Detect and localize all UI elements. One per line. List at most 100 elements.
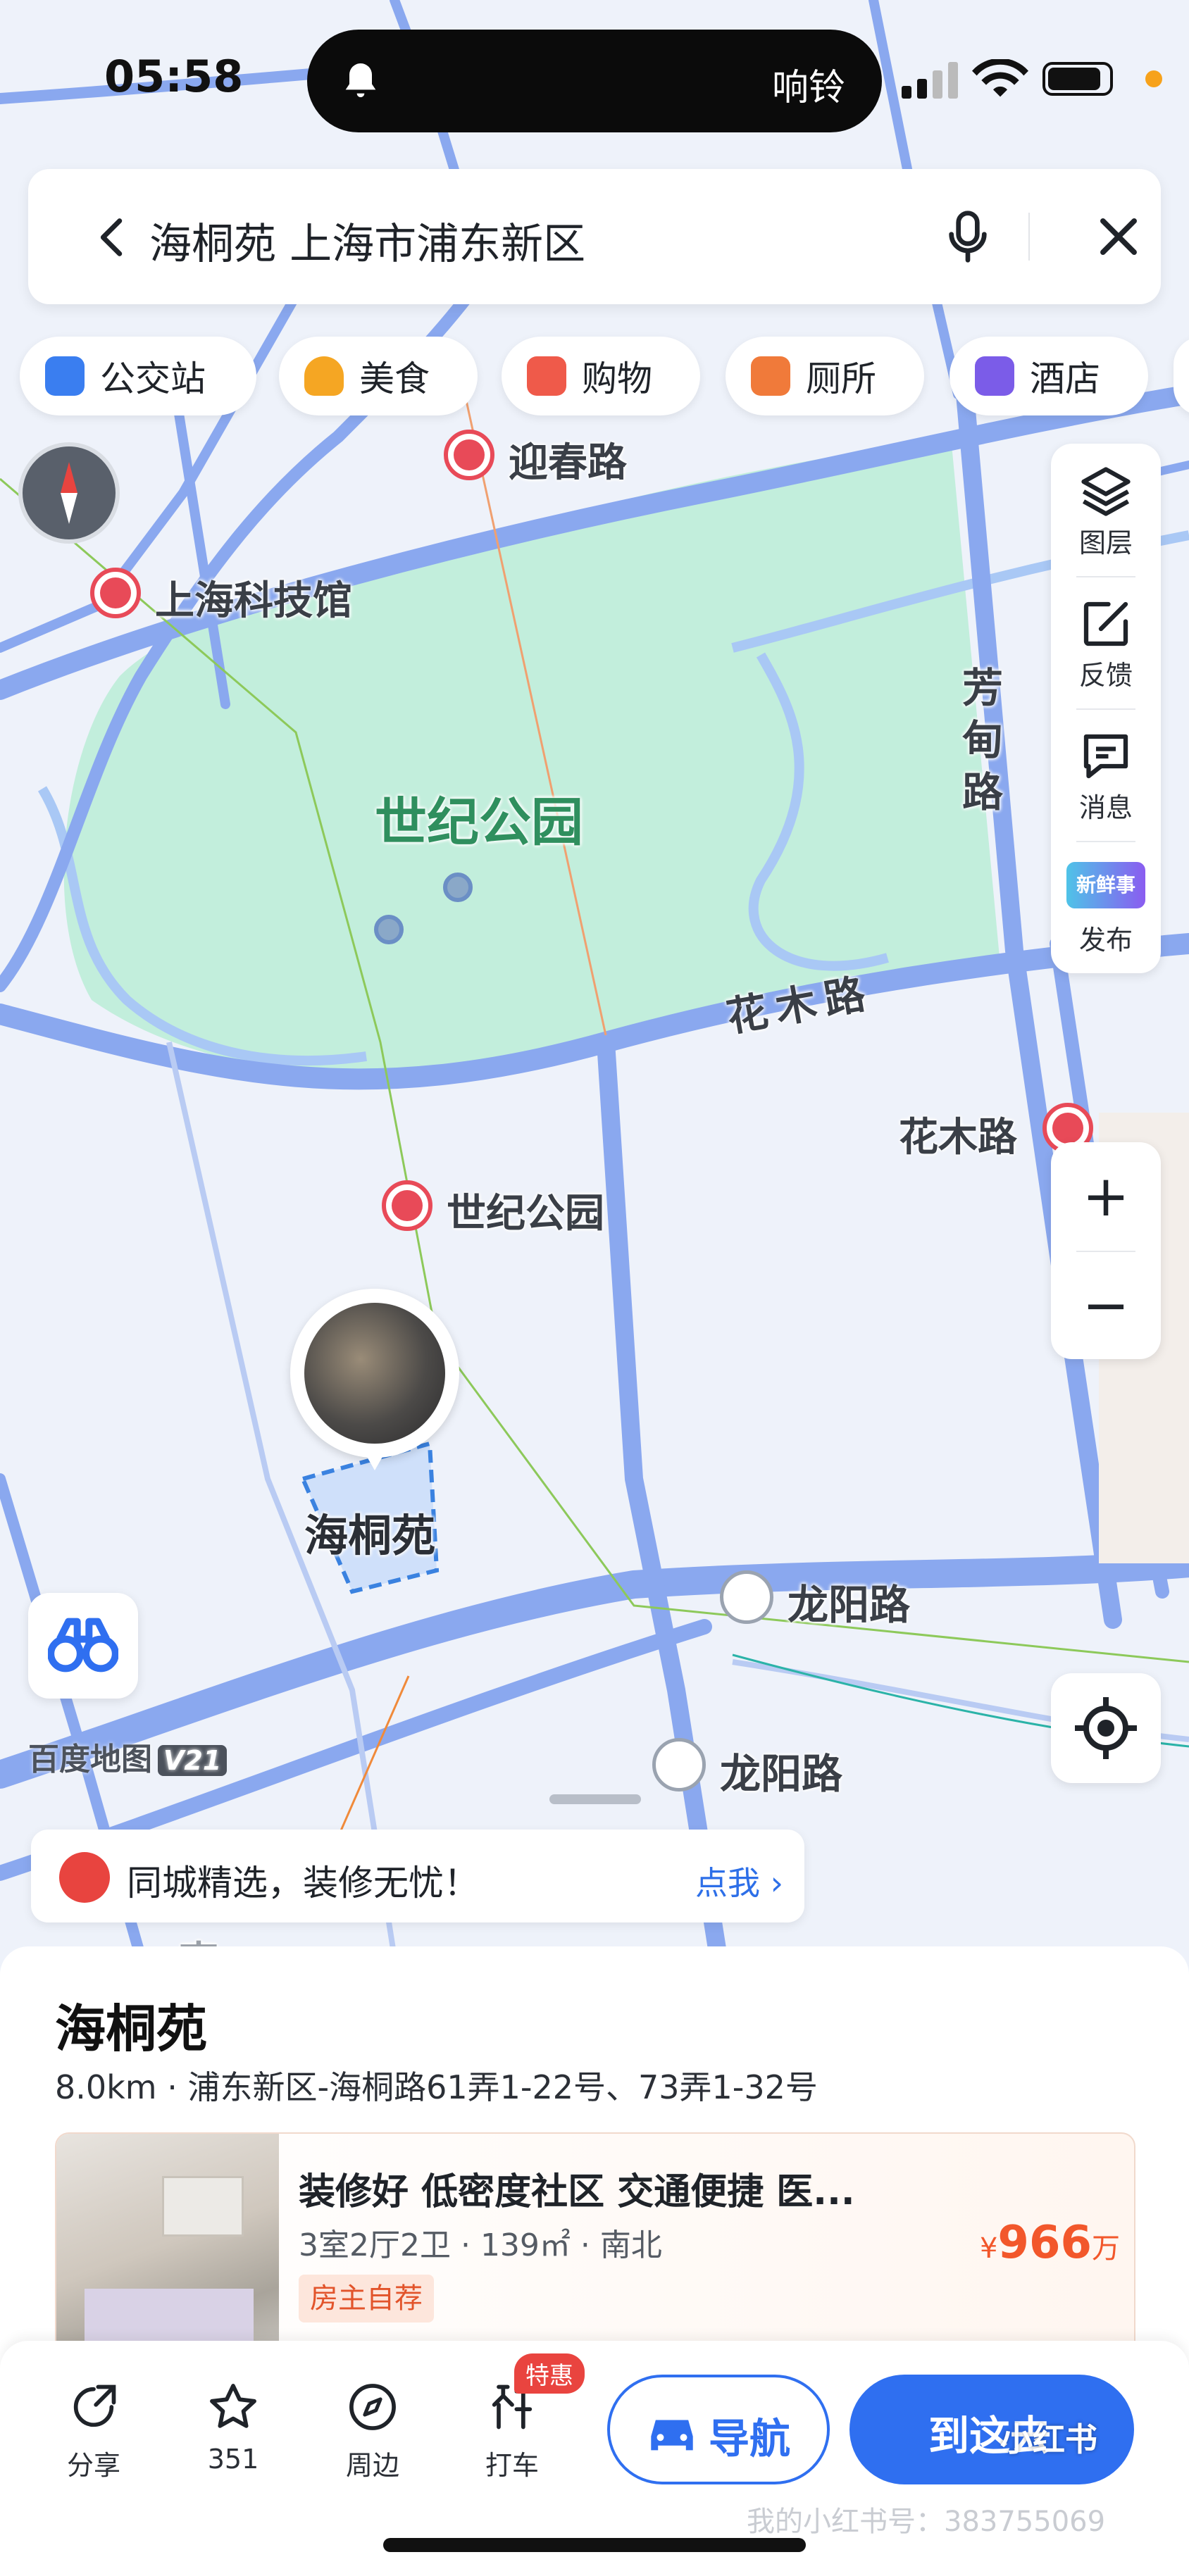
layers-icon — [1081, 467, 1131, 516]
action-label: 打车 — [485, 2450, 539, 2481]
layers-button[interactable]: 图层 — [1051, 444, 1161, 576]
locate-button[interactable] — [1051, 1673, 1161, 1783]
metro-icon — [382, 1180, 432, 1231]
place-address: 8.0km · 浦东新区-海桐路61弄1-22号、73弄1-32号 — [55, 2068, 818, 2106]
map-toolbar: 图层 反馈 消息 新鲜事 发布 — [1051, 444, 1161, 973]
action-label: 351 — [207, 2444, 259, 2475]
map-brand: 百度地图 V21 — [28, 1734, 228, 1779]
search-bar[interactable]: 海桐苑 上海市浦东新区 — [28, 169, 1161, 304]
owner-tag: 房主自荐 — [299, 2275, 434, 2322]
search-divider — [1028, 213, 1030, 261]
crosshair-icon — [1075, 1697, 1137, 1759]
news-publish-icon: 新鲜事 — [1066, 862, 1145, 908]
bell-icon — [345, 63, 376, 97]
microphone-icon[interactable] — [940, 208, 996, 265]
publish-button[interactable]: 新鲜事 发布 — [1051, 841, 1161, 973]
chip-bus-stop[interactable]: 公交站 — [20, 337, 256, 415]
taxi-discount-badge: 特惠 — [514, 2353, 585, 2394]
price-unit: 万 — [1092, 2232, 1120, 2265]
promo-banner[interactable]: 同城精选，装修无忧！ 点我 › — [31, 1830, 804, 1922]
chip-label: 厕所 — [806, 358, 876, 399]
listing-specs: 3室2厅2卫 · 139㎡ · 南北 — [299, 2227, 662, 2263]
map-label-haitongyuan[interactable]: 海桐苑 — [304, 1500, 435, 1563]
metro-label-yingchun[interactable]: 迎春路 — [509, 431, 627, 488]
chip-shopping[interactable]: 购物 — [502, 337, 700, 415]
map-label-longyang-road-1: 龙阳路 — [788, 1581, 911, 1629]
ringer-label: 响铃 — [771, 67, 845, 109]
dynamic-island[interactable]: 响铃 — [307, 30, 882, 132]
price-currency: ¥ — [979, 2232, 998, 2265]
shopping-bag-icon — [527, 356, 566, 396]
message-icon — [1083, 734, 1128, 779]
zoom-control: + − — [1051, 1142, 1161, 1359]
car-icon — [651, 2420, 693, 2451]
chevron-right-icon: › — [770, 1864, 783, 1902]
action-label: 分享 — [66, 2450, 120, 2481]
street-view-button[interactable] — [28, 1593, 138, 1699]
message-button[interactable]: 消息 — [1051, 708, 1161, 841]
brand-name: 百度地图 — [28, 1742, 152, 1777]
feedback-icon — [1083, 601, 1128, 646]
toolbar-label: 反馈 — [1078, 660, 1133, 691]
map-label-longyang-road-2: 龙阳路 — [720, 1750, 843, 1798]
chip-label: 购物 — [582, 358, 652, 399]
promo-link[interactable]: 点我 › — [695, 1858, 783, 1904]
back-arrow-icon[interactable] — [89, 213, 138, 262]
listing-title: 装修好 低密度社区 交通便捷 医... — [299, 2171, 855, 2213]
listing-price: ¥966万 — [980, 2217, 1120, 2269]
zoom-out-button[interactable]: − — [1051, 1252, 1161, 1359]
feedback-button[interactable]: 反馈 — [1051, 576, 1161, 708]
food-icon — [304, 356, 344, 396]
battery-icon — [1042, 62, 1113, 96]
status-time: 05:58 — [104, 51, 244, 102]
home-indicator[interactable] — [383, 2538, 806, 2552]
place-title: 海桐苑 — [55, 1999, 208, 2058]
promo-link-label: 点我 — [695, 1864, 760, 1902]
renovation-icon — [59, 1852, 110, 1903]
metro-label-century-park[interactable]: 世纪公园 — [447, 1182, 604, 1239]
share-icon — [73, 2384, 116, 2427]
metro-label-huamu[interactable]: 花木路 — [899, 1106, 1017, 1163]
chip-label: 酒店 — [1030, 358, 1100, 399]
chip-label: 公交站 — [100, 358, 206, 399]
toolbar-label: 发布 — [1078, 925, 1133, 956]
metro-label-science-museum[interactable]: 上海科技馆 — [155, 569, 352, 626]
navigate-label: 导航 — [709, 2415, 791, 2463]
zoom-in-button[interactable]: + — [1051, 1142, 1161, 1251]
star-icon — [210, 2384, 256, 2428]
bus-stop-icon — [45, 356, 85, 396]
chip-food[interactable]: 美食 — [279, 337, 478, 415]
toolbar-label: 消息 — [1078, 792, 1133, 823]
taxi-button[interactable]: 打车 — [459, 2380, 565, 2482]
close-icon[interactable] — [1092, 210, 1145, 263]
bus-stop-icon — [720, 1570, 773, 1624]
watermark-text: 我的小红书号：383755069 — [747, 2506, 1106, 2538]
hotel-icon — [975, 356, 1014, 396]
promo-text: 同城精选，装修无忧！ — [127, 1863, 479, 1903]
location-pin[interactable] — [290, 1289, 459, 1458]
compass-icon — [349, 2384, 396, 2430]
price-value: 966 — [997, 2217, 1092, 2269]
avatar — [304, 1303, 445, 1444]
compass-button[interactable] — [18, 442, 120, 544]
metro-icon — [444, 430, 494, 480]
chip-label: 美食 — [359, 358, 430, 399]
brand-version: V21 — [158, 1745, 228, 1776]
map-label-fangdian-road: 芳甸路 — [962, 664, 1004, 816]
map-label-park[interactable]: 世纪公园 — [375, 780, 583, 856]
signal-icon — [902, 62, 958, 99]
nearby-button[interactable]: 周边 — [320, 2380, 425, 2482]
restroom-icon — [751, 356, 790, 396]
action-label: 周边 — [345, 2450, 399, 2481]
privacy-dot — [1145, 70, 1162, 87]
chip-restroom[interactable]: 厕所 — [726, 337, 924, 415]
sheet-handle[interactable] — [549, 1794, 641, 1804]
watermark-logo: 小红书 — [1000, 2420, 1097, 2458]
bus-stop-icon — [652, 1738, 706, 1792]
favorite-button[interactable]: 351 — [180, 2380, 286, 2475]
binoculars-icon — [48, 1618, 118, 1672]
navigate-button[interactable]: 导航 — [607, 2375, 830, 2484]
chip-hotel[interactable]: 酒店 — [950, 337, 1148, 415]
search-input[interactable]: 海桐苑 上海市浦东新区 — [149, 210, 585, 271]
share-button[interactable]: 分享 — [41, 2380, 147, 2482]
